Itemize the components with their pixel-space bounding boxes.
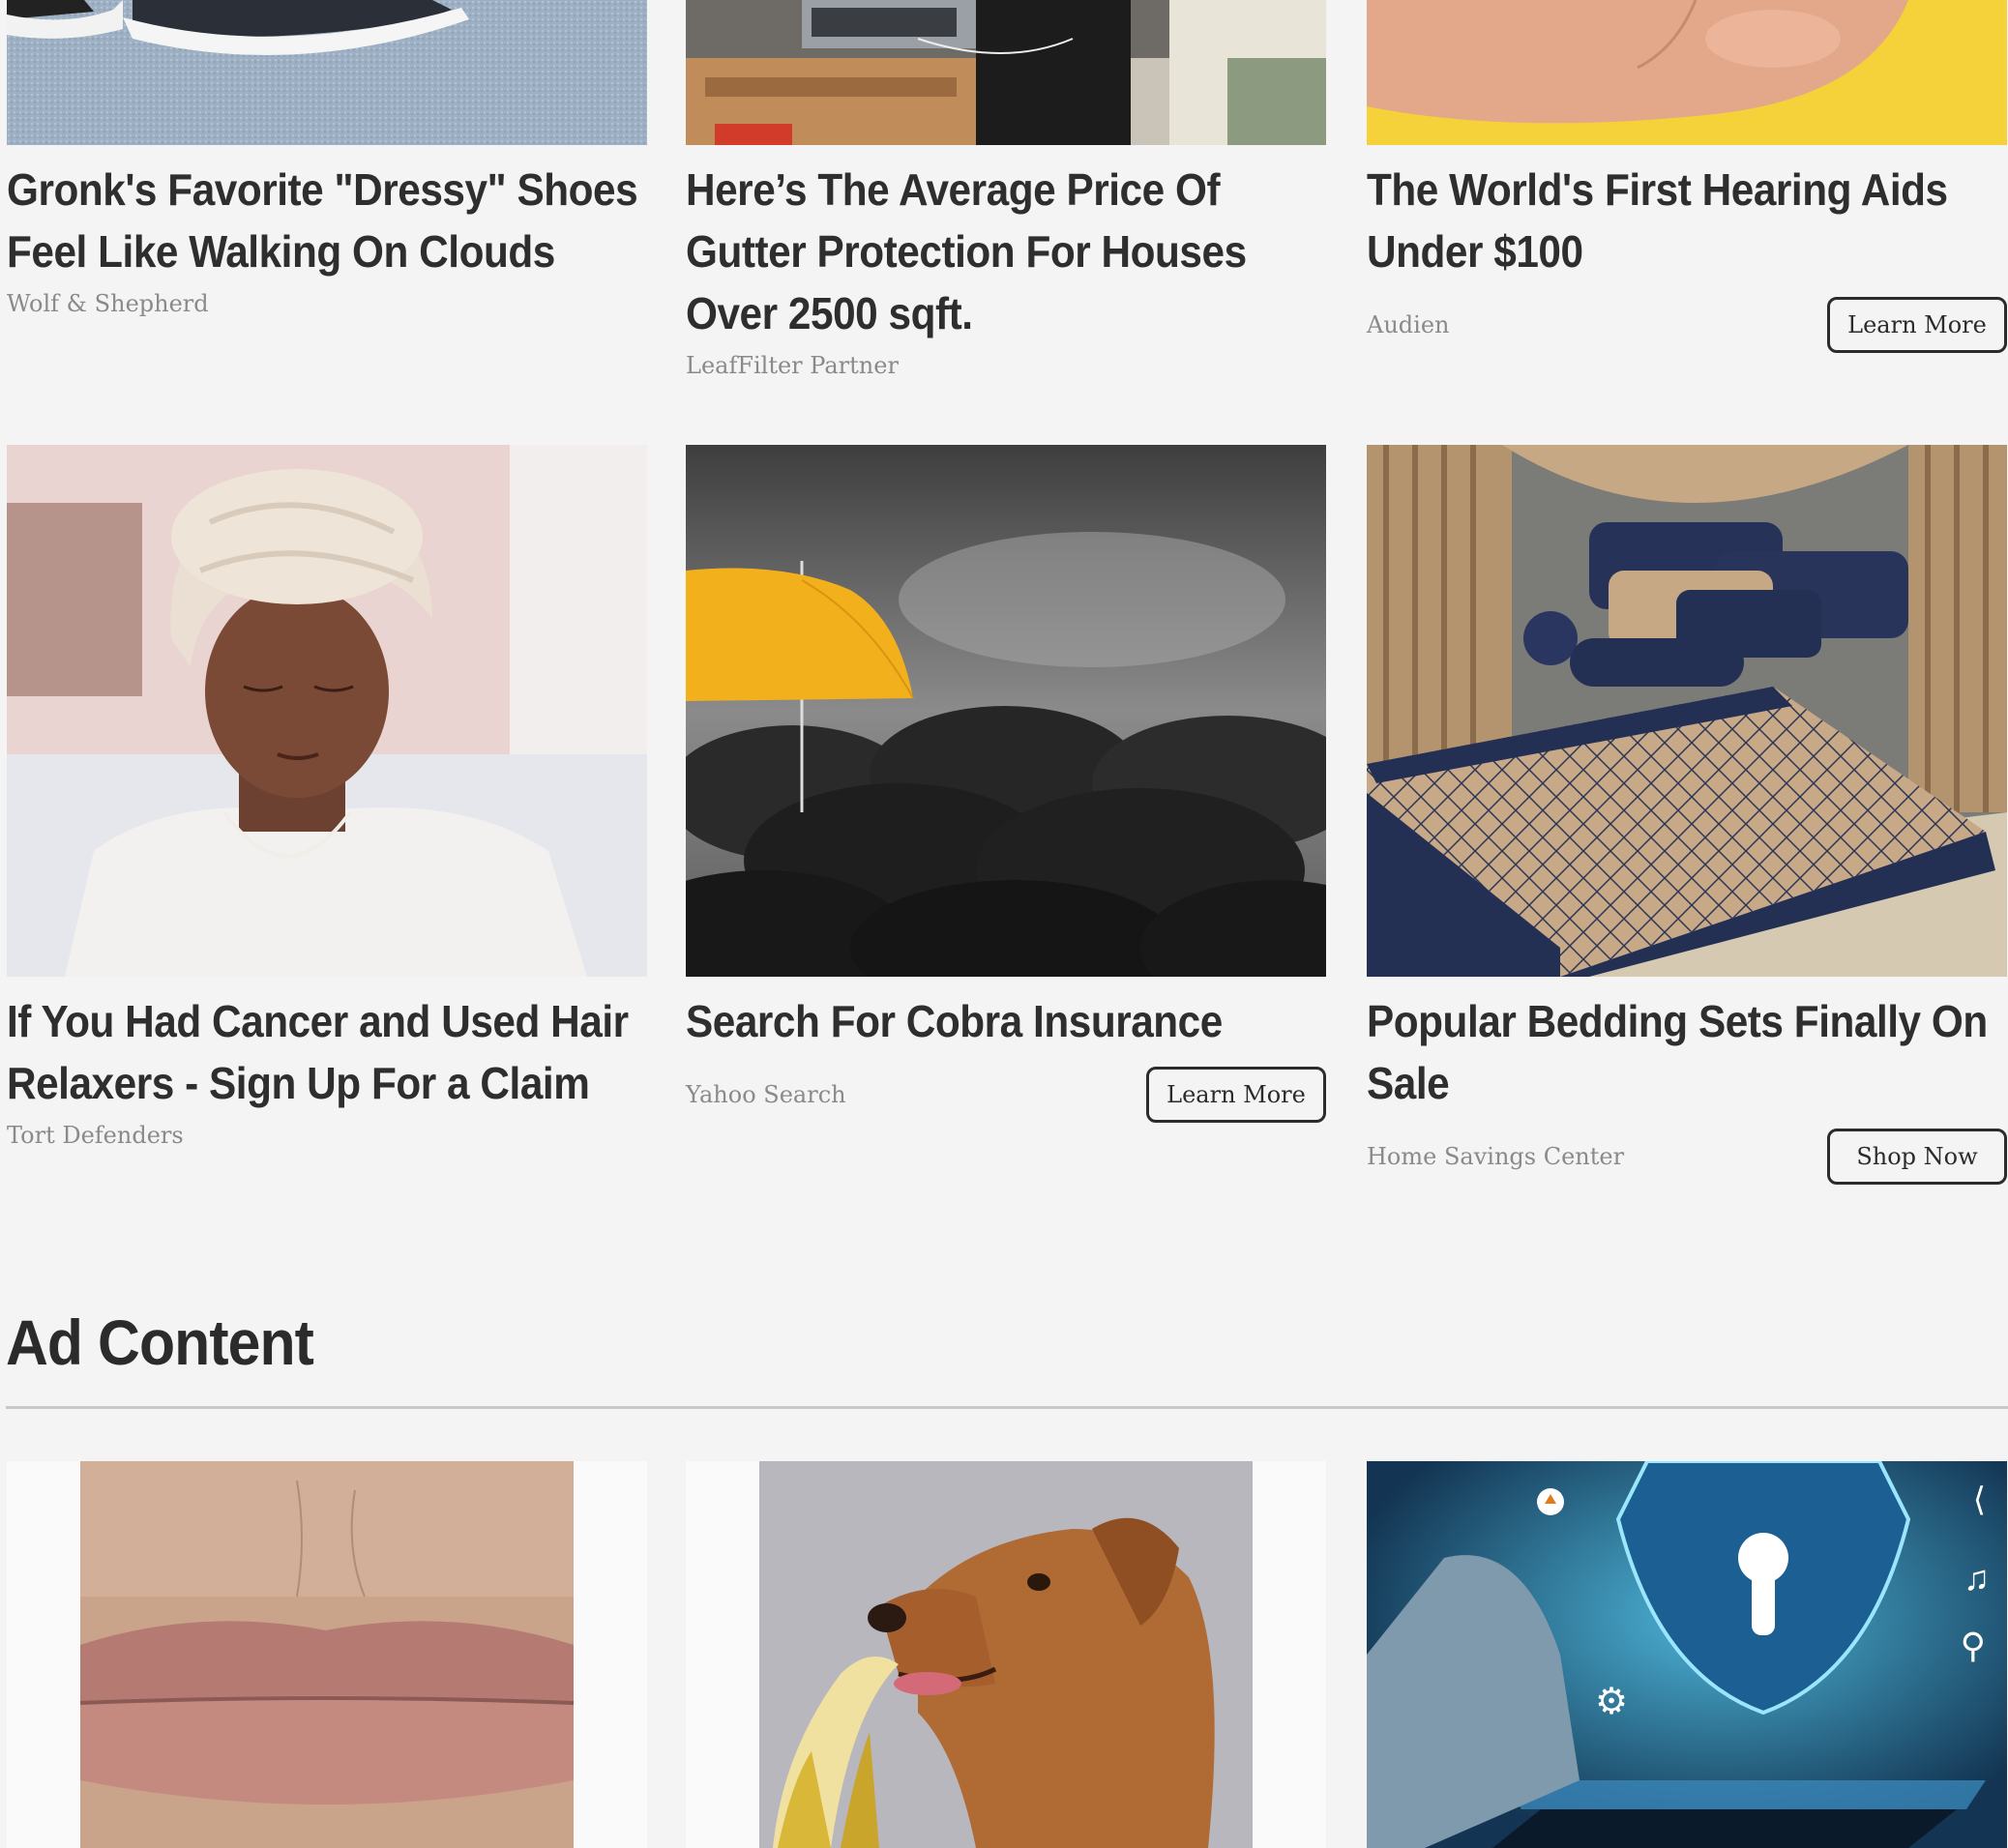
ad-card-cobra-insurance[interactable]: Search For Cobra Insurance Yahoo Search …	[686, 445, 1326, 1126]
ad-source: LeafFilter Partner	[686, 352, 899, 379]
learn-more-button[interactable]: Learn More	[1146, 1067, 1326, 1123]
ad-card-lips[interactable]	[7, 1461, 647, 1848]
dog-banana-image[interactable]	[686, 1461, 1326, 1848]
learn-more-button[interactable]: Learn More	[1827, 297, 2007, 353]
ad-title[interactable]: Search For Cobra Insurance	[686, 990, 1326, 1052]
ad-title[interactable]: Gronk's Favorite "Dressy" Shoes Feel Lik…	[7, 159, 647, 282]
ad-source: Home Savings Center	[1367, 1143, 1625, 1170]
shoes-image[interactable]	[7, 0, 647, 145]
music-note-icon: ♫	[1964, 1558, 1990, 1598]
ad-source: Yahoo Search	[686, 1081, 846, 1108]
keyhole-icon	[1754, 1548, 1755, 1549]
share-icon: ⟨	[1972, 1481, 1986, 1518]
ad-card-shoes[interactable]: Gronk's Favorite "Dressy" Shoes Feel Lik…	[7, 0, 647, 325]
cyber-security-image[interactable]: ⟨ ♫ ⚲ ⚙	[1367, 1461, 2007, 1848]
umbrellas-image[interactable]	[686, 445, 1326, 977]
bedding-image[interactable]	[1367, 445, 2007, 977]
ad-source: Audien	[1367, 311, 1450, 338]
woman-turban-image[interactable]	[7, 445, 647, 977]
ad-title[interactable]: Here’s The Average Price Of Gutter Prote…	[686, 159, 1326, 344]
ad-title[interactable]: The World's First Hearing Aids Under $10…	[1367, 159, 2007, 282]
ad-source: Tort Defenders	[7, 1122, 184, 1149]
ad-card-dog-banana[interactable]	[686, 1461, 1326, 1848]
lips-image[interactable]	[7, 1461, 647, 1848]
section-title: Ad Content	[6, 1306, 314, 1378]
gutter-image[interactable]	[686, 0, 1326, 145]
ad-title[interactable]: Popular Bedding Sets Finally On Sale	[1367, 990, 2007, 1114]
hearing-aid-image[interactable]	[1367, 0, 2007, 145]
ad-card-bedding[interactable]: Popular Bedding Sets Finally On Sale Hom…	[1367, 445, 2007, 1188]
ad-title[interactable]: If You Had Cancer and Used Hair Relaxers…	[7, 990, 647, 1114]
ad-card-hearing-aids[interactable]: The World's First Hearing Aids Under $10…	[1367, 0, 2007, 356]
ad-card-hair-relaxer[interactable]: If You Had Cancer and Used Hair Relaxers…	[7, 445, 647, 1157]
upload-cloud-icon	[1521, 1488, 1522, 1489]
gear-icon: ⚙	[1595, 1682, 1629, 1722]
ad-card-security[interactable]: ⟨ ♫ ⚲ ⚙	[1367, 1461, 2007, 1848]
shop-now-button[interactable]: Shop Now	[1827, 1129, 2007, 1185]
ad-card-gutter[interactable]: Here’s The Average Price Of Gutter Prote…	[686, 0, 1326, 387]
ad-source: Wolf & Shepherd	[7, 290, 209, 317]
section-divider	[6, 1406, 2008, 1409]
search-icon: ⚲	[1960, 1626, 1986, 1665]
